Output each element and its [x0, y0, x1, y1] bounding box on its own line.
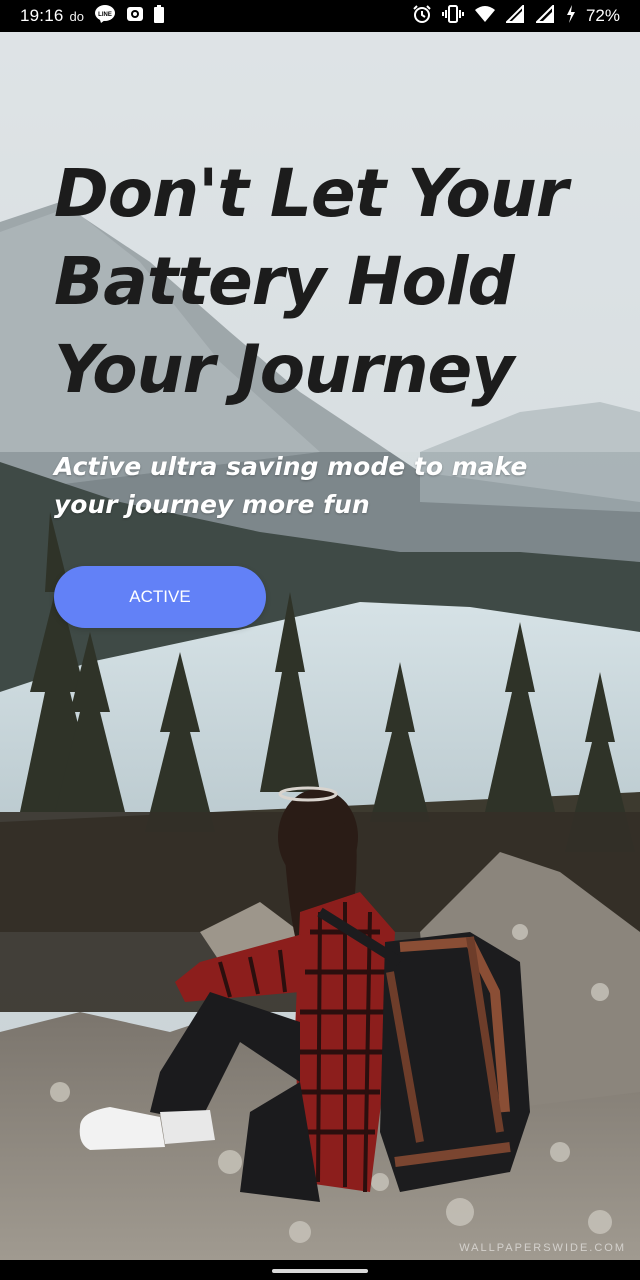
navigation-bar: [0, 1260, 640, 1280]
alarm-icon: [412, 4, 432, 29]
vibrate-icon: [441, 4, 464, 28]
signal-icon: [504, 3, 526, 28]
headline-line-3: Your Journey: [54, 331, 514, 408]
subtitle-line-2: your journey more fun: [54, 490, 370, 519]
svg-text:LINE: LINE: [98, 12, 112, 18]
signal-icon-2: [534, 3, 556, 28]
headline-line-1: Don't Let Your: [54, 155, 568, 232]
watermark-text: WALLPAPERSWIDE.COM: [459, 1242, 626, 1254]
home-gesture-handle[interactable]: [272, 1269, 368, 1273]
subtitle-line-1: Active ultra saving mode to make: [54, 452, 528, 481]
headline-line-2: Battery Hold: [54, 243, 515, 320]
charging-icon: [566, 4, 576, 28]
line-app-icon: LINE: [94, 4, 116, 29]
photo-app-icon: [126, 5, 144, 28]
status-carrier-label: do: [69, 8, 85, 24]
subtitle: Active ultra saving mode to make your jo…: [54, 448, 594, 524]
wifi-icon: [474, 5, 496, 28]
battery-saver-icon: [154, 4, 165, 28]
headline: Don't Let Your Battery Hold Your Journey: [54, 150, 594, 414]
active-button[interactable]: ACTIVE: [54, 566, 266, 628]
status-bar: 19:16 do LINE 72%: [0, 0, 640, 32]
status-time: 19:16: [20, 6, 64, 25]
battery-percent: 72%: [585, 6, 620, 25]
